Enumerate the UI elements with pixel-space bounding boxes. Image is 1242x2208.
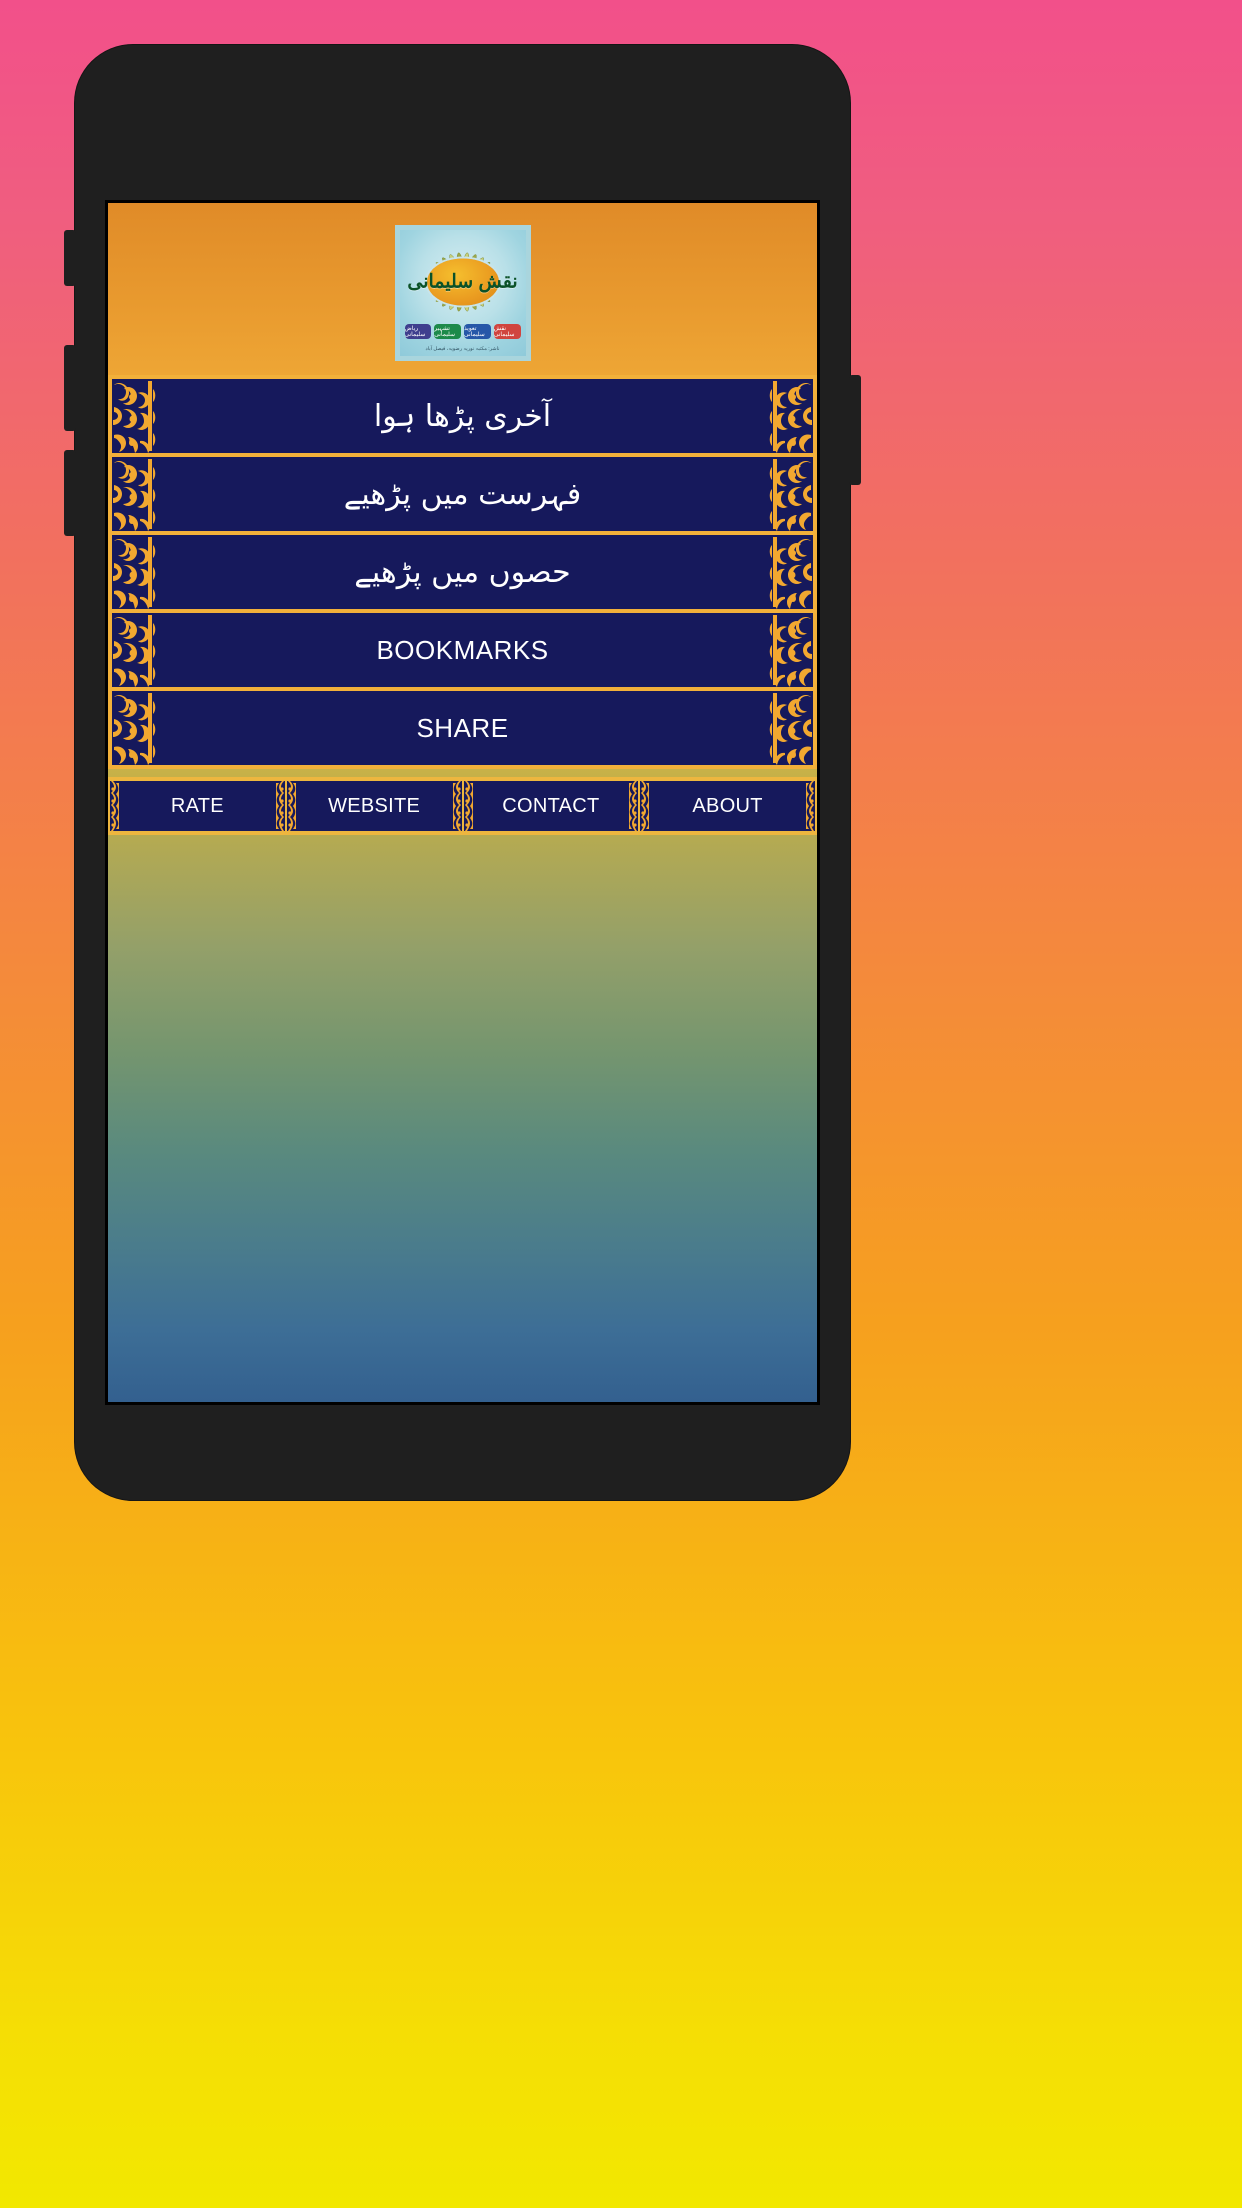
arabesque-ornament-icon — [112, 691, 160, 765]
phone-frame: نقش سلیمانی ریاض سلیمانی تشہیر سلیمانی ت… — [64, 45, 861, 1500]
bottom-item-about[interactable]: ABOUT — [640, 781, 815, 831]
menu-item-label: حصوں میں پڑھیے — [354, 554, 571, 590]
app-logo: نقش سلیمانی ریاض سلیمانی تشہیر سلیمانی ت… — [394, 225, 531, 361]
logo-badge: تعویذ سلیمانی — [464, 324, 491, 339]
bottom-item-label: WEBSITE — [328, 794, 421, 817]
arabesque-ornament-icon — [765, 535, 813, 609]
volume-up-button[interactable] — [64, 345, 76, 431]
braid-ornament-icon — [806, 781, 814, 831]
volume-down-button[interactable] — [64, 450, 76, 536]
menu-item-label: SHARE — [416, 712, 509, 743]
menu-item-label: فہرست میں پڑھیے — [343, 476, 582, 512]
logo-publisher-text: ناشر: مکتبہ نوریہ رضویہ، فیصل آباد — [425, 346, 500, 352]
logo-artwork: نقش سلیمانی ریاض سلیمانی تشہیر سلیمانی ت… — [399, 230, 526, 356]
logo-badge: تشہیر سلیمانی — [434, 324, 461, 339]
menu-item-label: BOOKMARKS — [376, 634, 549, 665]
phone-screen: نقش سلیمانی ریاض سلیمانی تشہیر سلیمانی ت… — [105, 200, 820, 1405]
bottom-item-rate[interactable]: RATE — [110, 781, 285, 831]
arabesque-ornament-icon — [765, 379, 813, 453]
arabesque-ornament-icon — [765, 691, 813, 765]
arabesque-ornament-icon — [112, 613, 160, 687]
braid-ornament-icon — [464, 781, 473, 831]
braid-ornament-icon — [629, 781, 638, 831]
power-button[interactable] — [849, 375, 861, 485]
bottom-item-label: ABOUT — [692, 794, 763, 817]
braid-ornament-icon — [275, 781, 284, 831]
menu-item-last-read[interactable]: آخری پڑھا ہوا — [112, 379, 813, 453]
silent-switch-button[interactable] — [64, 230, 76, 286]
logo-badge: نقش سلیمانی — [493, 324, 521, 339]
logo-badge: ریاض سلیمانی — [404, 324, 432, 339]
bottom-item-contact[interactable]: CONTACT — [463, 781, 639, 831]
braid-ornament-icon — [641, 781, 650, 831]
braid-ornament-icon — [452, 781, 461, 831]
menu-item-label: آخری پڑھا ہوا — [373, 398, 552, 434]
arabesque-ornament-icon — [765, 613, 813, 687]
logo-oval-badge: نقش سلیمانی — [407, 258, 518, 306]
braid-ornament-icon — [287, 781, 296, 831]
logo-title-text: نقش سلیمانی — [407, 271, 518, 293]
menu-item-read-in-index[interactable]: فہرست میں پڑھیے — [112, 457, 813, 531]
arabesque-ornament-icon — [765, 457, 813, 531]
bottom-item-website[interactable]: WEBSITE — [286, 781, 462, 831]
app-root: نقش سلیمانی ریاض سلیمانی تشہیر سلیمانی ت… — [108, 203, 817, 1402]
arabesque-ornament-icon — [112, 457, 160, 531]
braid-ornament-icon — [111, 781, 119, 831]
arabesque-ornament-icon — [112, 535, 160, 609]
menu-item-share[interactable]: SHARE — [112, 691, 813, 765]
bottom-item-label: RATE — [170, 794, 224, 817]
arabesque-ornament-icon — [112, 379, 160, 453]
bottom-item-label: CONTACT — [502, 794, 600, 817]
logo-badge-row: ریاض سلیمانی تشہیر سلیمانی تعویذ سلیمانی… — [404, 324, 521, 339]
bottom-button-bar: RATE WEBSITE CONTACT ABOUT — [108, 777, 817, 835]
menu-item-bookmarks[interactable]: BOOKMARKS — [112, 613, 813, 687]
main-menu: آخری پڑھا ہوا فہرست میں پڑھیے حصوں میں پ… — [108, 375, 817, 769]
menu-item-read-in-sections[interactable]: حصوں میں پڑھیے — [112, 535, 813, 609]
app-logo-container: نقش سلیمانی ریاض سلیمانی تشہیر سلیمانی ت… — [108, 203, 817, 361]
